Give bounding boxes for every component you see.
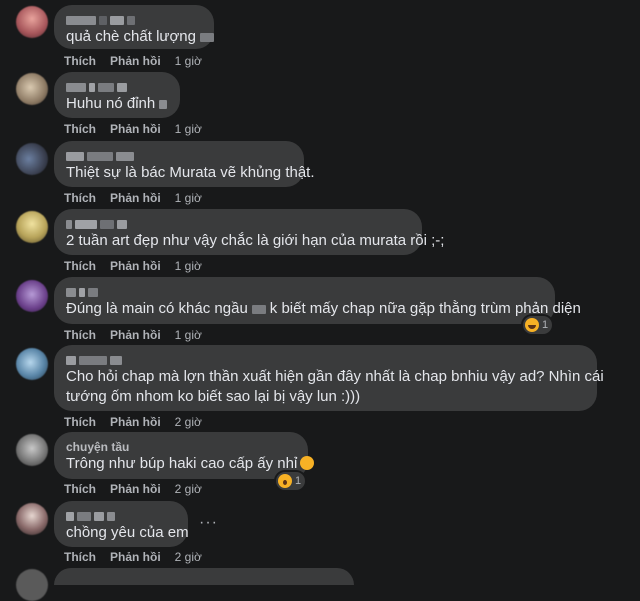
like-button[interactable]: Thích xyxy=(64,328,96,342)
comment-bubble: quả chè chất lượng xyxy=(54,5,215,49)
reply-button[interactable]: Phản hồi xyxy=(110,328,161,342)
comment-timestamp[interactable]: 1 giờ xyxy=(175,54,202,68)
comment-author[interactable] xyxy=(66,285,543,299)
comment-timestamp[interactable]: 1 giờ xyxy=(175,191,202,205)
comment-bubble: chuyện tầu Trông như búp haki cao cấp ấy… xyxy=(54,432,315,479)
comment-text: Cho hỏi chap mà lợn thần xuất hiện gần đ… xyxy=(66,368,604,405)
laugh-emoji-icon xyxy=(525,318,539,332)
wow-emoji-icon xyxy=(278,474,292,488)
reply-button[interactable]: Phản hồi xyxy=(110,259,161,273)
comment-timestamp[interactable]: 2 giờ xyxy=(175,482,202,496)
comment-bubble: Cho hỏi chap mà lợn thần xuất hiện gần đ… xyxy=(54,345,604,411)
reply-button[interactable]: Phản hồi xyxy=(110,122,161,136)
comment-bubble: Thiệt sự là bác Murata vẽ khủng thật. xyxy=(54,141,315,187)
comment-text: Trông như búp haki cao cấp ấy nhỉ xyxy=(66,454,315,474)
comment-bubble: Đúng là main có khác ngầu k biết mấy chap… xyxy=(54,277,581,324)
comment-text: quả chè chất lượng xyxy=(66,27,215,47)
avatar[interactable] xyxy=(16,6,48,38)
comment-timestamp[interactable]: 2 giờ xyxy=(175,415,202,429)
comment-timestamp[interactable]: 1 giờ xyxy=(175,328,202,342)
comment-author[interactable] xyxy=(66,509,176,523)
like-button[interactable]: Thích xyxy=(64,415,96,429)
comment-author[interactable] xyxy=(66,80,168,94)
more-options-icon[interactable]: ··· xyxy=(199,515,218,531)
comment-text: Thiệt sự là bác Murata vẽ khủng thật. xyxy=(66,164,315,181)
comment-author[interactable]: chuyện tầu xyxy=(66,440,296,454)
comment-bubble: chồng yêu của em xyxy=(54,501,189,547)
avatar[interactable] xyxy=(16,503,48,535)
comment-author[interactable] xyxy=(66,13,202,27)
comment-author[interactable] xyxy=(66,217,410,231)
reply-button[interactable]: Phản hồi xyxy=(110,482,161,496)
like-button[interactable]: Thích xyxy=(64,482,96,496)
avatar[interactable] xyxy=(16,348,48,380)
reply-button[interactable]: Phản hồi xyxy=(110,54,161,68)
comment-timestamp[interactable]: 1 giờ xyxy=(175,259,202,273)
like-button[interactable]: Thích xyxy=(64,122,96,136)
reply-button[interactable]: Phản hồi xyxy=(110,191,161,205)
avatar[interactable] xyxy=(16,73,48,105)
reaction-summary[interactable]: 1 xyxy=(276,472,306,490)
avatar[interactable] xyxy=(16,211,48,243)
comment-timestamp[interactable]: 2 giờ xyxy=(175,550,202,564)
reaction-summary[interactable]: 1 xyxy=(523,316,553,334)
comment-author[interactable] xyxy=(66,353,585,367)
like-button[interactable]: Thích xyxy=(64,191,96,205)
avatar[interactable] xyxy=(16,280,48,312)
comment-bubble: 2 tuần art đẹp như vậy chắc là giới hạn … xyxy=(54,209,445,255)
comment-text: 2 tuần art đẹp như vậy chắc là giới hạn … xyxy=(66,232,445,249)
comment-timestamp[interactable]: 1 giờ xyxy=(175,122,202,136)
comment-bubble: Huhu nó đỉnh xyxy=(54,72,180,118)
like-button[interactable]: Thích xyxy=(64,550,96,564)
comment-author[interactable] xyxy=(66,149,292,163)
comment-bubble xyxy=(54,568,354,585)
reply-button[interactable]: Phản hồi xyxy=(110,415,161,429)
avatar[interactable] xyxy=(16,434,48,466)
laugh-emoji-icon xyxy=(300,456,315,470)
like-button[interactable]: Thích xyxy=(64,54,96,68)
comment-text: Đúng là main có khác ngầu k biết mấy chap… xyxy=(66,300,581,317)
comment-text: Huhu nó đỉnh xyxy=(66,94,168,114)
comment-text: chồng yêu của em xyxy=(66,524,189,541)
avatar[interactable] xyxy=(16,143,48,175)
like-button[interactable]: Thích xyxy=(64,259,96,273)
reply-button[interactable]: Phản hồi xyxy=(110,550,161,564)
